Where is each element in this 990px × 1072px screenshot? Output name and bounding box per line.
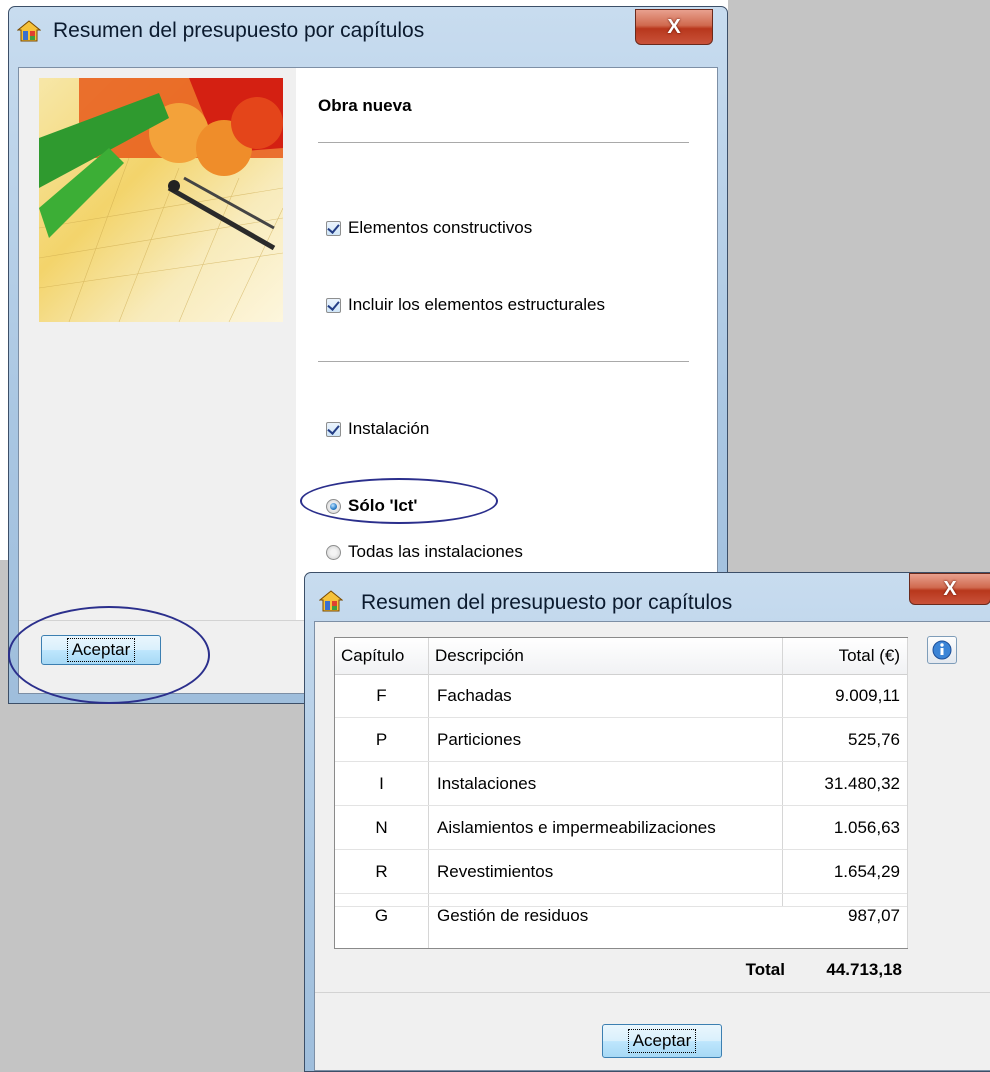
close-icon: X <box>943 577 957 600</box>
checkbox-label: Elementos constructivos <box>348 218 533 237</box>
table-header: Capítulo Descripción Total (€) <box>335 638 907 675</box>
checkbox-label: Incluir los elementos estructurales <box>348 295 606 314</box>
background-gray <box>728 0 990 560</box>
column-header-total[interactable]: Total (€) <box>790 638 900 674</box>
total-label: Total <box>745 960 785 979</box>
cell-chapter: G <box>374 905 389 925</box>
blueprint-image <box>39 78 283 322</box>
cell-total: 525,76 <box>848 729 900 749</box>
summary-results-window: Resumen del presupuesto por capítulos X … <box>304 572 990 1072</box>
cell-chapter: F <box>376 685 387 705</box>
cell-chapter: I <box>379 773 384 793</box>
checkbox-checked-icon[interactable] <box>326 297 341 313</box>
column-header-chapter[interactable]: Capítulo <box>341 638 427 674</box>
house-app-icon <box>17 20 41 42</box>
window-title: Resumen del presupuesto por capítulos <box>53 19 425 42</box>
accept-button-label: Aceptar <box>627 1029 697 1053</box>
radio-label: Todas las instalaciones <box>348 542 523 561</box>
title-bar[interactable]: Resumen del presupuesto por capítulos X <box>9 7 727 53</box>
close-button[interactable]: X <box>635 9 713 45</box>
cell-description: Fachadas <box>437 685 512 705</box>
house-app-icon <box>319 590 343 612</box>
checkbox-instalacion[interactable]: Instalación <box>326 419 429 439</box>
cell-description: Instalaciones <box>437 773 537 793</box>
options-panel: Obra nueva Elementos constructivos Inclu… <box>296 68 717 620</box>
cell-chapter: R <box>375 861 388 881</box>
divider <box>318 361 689 363</box>
annotation-ellipse <box>300 478 498 524</box>
cell-total: 1.654,29 <box>833 861 900 881</box>
annotation-ellipse <box>8 606 210 704</box>
checkbox-checked-icon[interactable] <box>326 220 341 236</box>
radio-todas-instalaciones[interactable]: Todas las instalaciones <box>326 542 523 562</box>
column-divider <box>782 638 783 906</box>
cell-description: Gestión de residuos <box>437 905 589 925</box>
checkbox-label: Instalación <box>348 419 430 438</box>
title-bar[interactable]: Resumen del presupuesto por capítulos X <box>305 573 990 619</box>
checkbox-elementos-constructivos[interactable]: Elementos constructivos <box>326 218 532 238</box>
window-title: Resumen del presupuesto por capítulos <box>361 591 733 614</box>
accept-button[interactable]: Aceptar <box>602 1024 722 1058</box>
cell-description: Aislamientos e impermeabilizaciones <box>437 817 716 837</box>
column-divider <box>428 638 429 948</box>
cell-total: 987,07 <box>848 905 900 925</box>
column-divider <box>907 638 908 948</box>
checkbox-incluir-estructurales[interactable]: Incluir los elementos estructurales <box>326 295 605 315</box>
chapters-table: Capítulo Descripción Total (€) F Fachada… <box>334 637 908 949</box>
image-panel <box>19 68 296 620</box>
cell-total: 9.009,11 <box>835 685 900 705</box>
info-button[interactable] <box>927 636 957 664</box>
divider <box>318 142 689 144</box>
cell-total: 31.480,32 <box>824 773 900 793</box>
checkbox-checked-icon[interactable] <box>326 421 341 437</box>
info-icon <box>932 640 952 660</box>
close-button[interactable]: X <box>909 573 990 605</box>
column-header-description[interactable]: Descripción <box>435 638 775 674</box>
total-value: 44.713,18 <box>826 960 902 979</box>
cell-description: Revestimientos <box>437 861 554 881</box>
footer-divider <box>315 992 990 993</box>
radio-unselected-icon[interactable] <box>326 544 341 560</box>
close-icon: X <box>667 15 681 38</box>
cell-description: Particiones <box>437 729 522 749</box>
dialog-body: Capítulo Descripción Total (€) F Fachada… <box>314 621 990 1071</box>
section-title: Obra nueva <box>318 96 412 115</box>
cell-chapter: N <box>375 817 388 837</box>
cell-chapter: P <box>375 729 388 749</box>
cell-total: 1.056,63 <box>833 817 900 837</box>
